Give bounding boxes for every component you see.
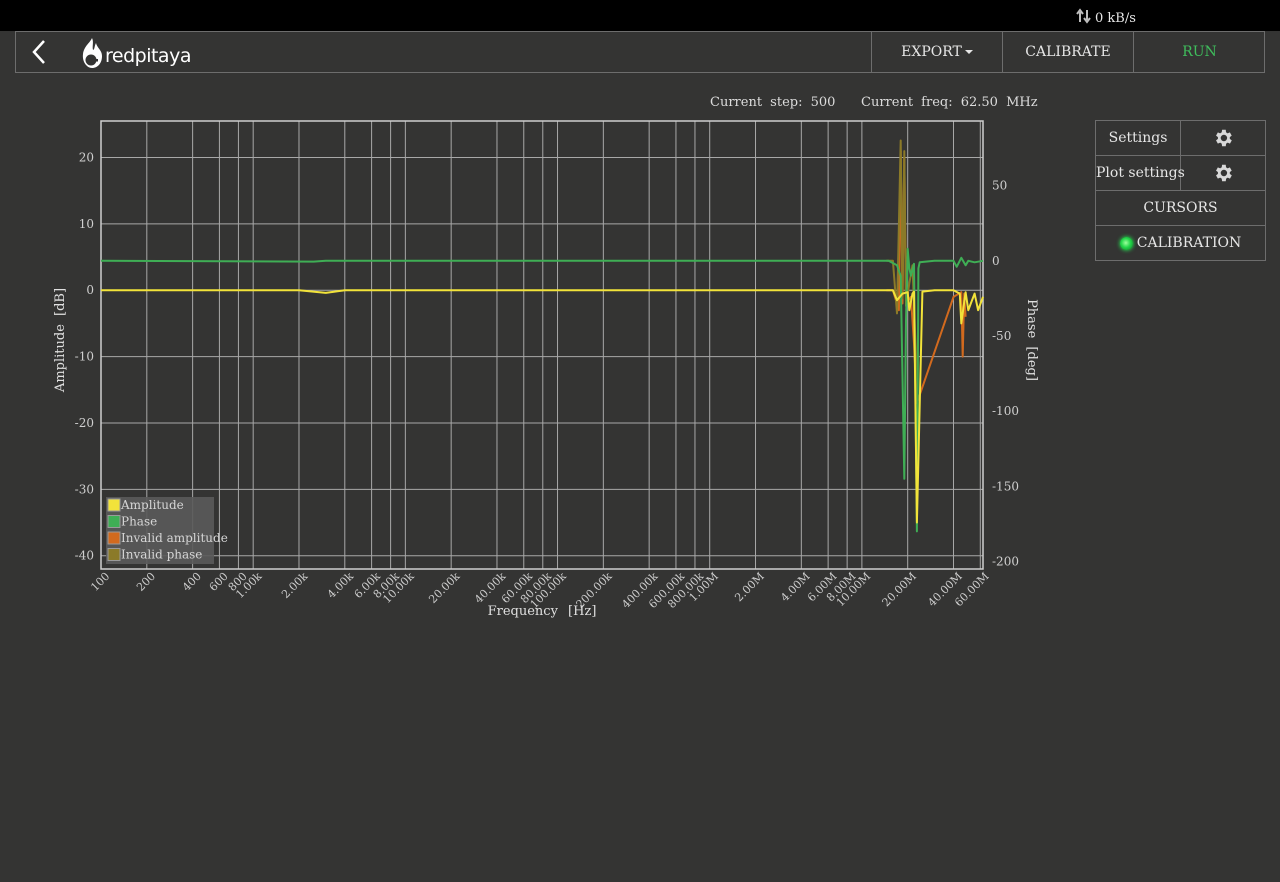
y-tick-label: 20 [79,151,94,165]
y-tick-label: 0 [86,283,94,297]
cursors-button[interactable]: CURSORS [1096,191,1265,226]
x-tick-label: 600 [207,570,231,594]
transfer-arrows-icon [1076,8,1092,28]
y2-tick-label: -200 [992,554,1019,568]
redpitaya-logo: redpitaya [80,37,191,69]
calibration-label: CALIBRATION [1136,235,1242,251]
logo-text: redpitaya [105,45,191,67]
legend-label: Phase [121,515,157,529]
back-button[interactable] [26,38,52,66]
x-tick-label: 2.00M [732,570,766,604]
legend-label: Invalid phase [121,548,202,562]
legend-swatch [107,548,121,561]
export-button[interactable]: EXPORT [871,32,1002,72]
calibrate-button[interactable]: CALIBRATE [1002,32,1133,72]
settings-label: Settings [1096,121,1181,155]
x-tick-label: 400 [180,570,204,594]
y-tick-label: -40 [75,549,94,563]
x-tick-label: 20.00k [426,570,462,606]
run-button[interactable]: RUN [1133,32,1265,72]
calibration-status-led [1119,236,1133,250]
top-status-bar: 0 kB/s [0,0,1280,31]
x-tick-label: 2.00k [279,570,310,601]
plot-settings-button[interactable]: Plot settings [1096,156,1265,191]
gear-icon [1216,164,1232,182]
side-panel: Settings Plot settings CURSORS CALIBRATI… [1095,120,1266,261]
bode-plot[interactable]: 100 200 400 6008001.00k 2.00k 4.00k6.00k8.00k… [0,90,1060,630]
plot-settings-label: Plot settings [1096,156,1185,190]
plot-frame [100,120,984,570]
redpitaya-flame-icon [82,38,102,68]
calibration-button[interactable]: CALIBRATION [1096,226,1265,260]
y-tick-label: -20 [75,416,94,430]
chevron-left-icon [32,40,45,64]
caret-down-icon [964,50,973,54]
cursors-label: CURSORS [1143,200,1218,216]
y2-tick-label: 0 [992,254,1000,268]
series-line-amplitude [101,289,984,524]
settings-button[interactable]: Settings [1096,121,1265,156]
x-tick-label: 100 [88,570,112,594]
app-header: redpitaya EXPORT CALIBRATE RUN [15,31,1265,73]
x-tick-label: 4.00M [778,570,812,604]
legend-swatch [107,515,121,528]
x-tick-label: 200 [134,570,158,594]
gear-icon [1216,129,1232,147]
x-tick-label: 4.00k [325,570,356,601]
x-tick-label: 20.00M [880,570,919,609]
y2-tick-label: -100 [992,404,1019,418]
run-label: RUN [1182,44,1217,60]
y2-tick-label: 50 [992,179,1007,193]
data-rate: 0 kB/s [1076,8,1136,28]
y-axis-title: Amplitude [dB] [53,288,68,393]
export-label: EXPORT [901,44,962,60]
y2-tick-label: -50 [992,329,1011,343]
y2-axis-title: Phase [deg] [1024,299,1039,381]
data-rate-text: 0 kB/s [1095,10,1136,26]
calibrate-label: CALIBRATE [1025,44,1111,60]
y-tick-label: 10 [79,217,94,231]
legend-swatch [107,531,121,545]
legend-label: Invalid amplitude [121,531,228,545]
y2-tick-label: -150 [992,479,1019,493]
legend-swatch [107,498,121,512]
y-tick-label: -30 [75,482,94,496]
chart-legend: Amplitude Phase Invalid amplitude Invalid p… [106,497,228,564]
legend-label: Amplitude [120,498,184,512]
x-axis-title: Frequency [Hz] [488,604,597,619]
y-tick-label: -10 [75,350,94,364]
